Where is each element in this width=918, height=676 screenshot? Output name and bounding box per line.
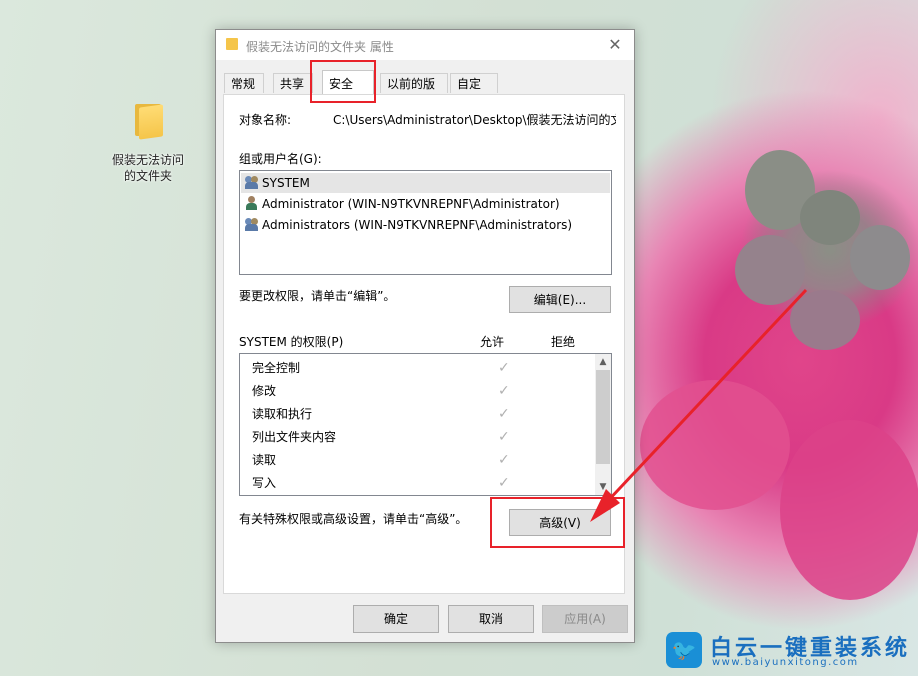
- dialog-title: 假装无法访问的文件夹 属性: [246, 40, 394, 54]
- permission-row: 修改 ✓: [252, 380, 592, 403]
- permission-row: 列出文件夹内容 ✓: [252, 426, 592, 449]
- folder-icon: [133, 100, 163, 140]
- tab-customize[interactable]: 自定义: [450, 73, 498, 111]
- properties-dialog: 假装无法访问的文件夹 属性 ✕ 常规 共享 安全 以前的版本 自定义 对象名称:…: [215, 29, 635, 643]
- bird-icon: 🐦: [666, 632, 702, 668]
- scroll-down-icon[interactable]: ▼: [595, 479, 611, 495]
- allow-check-icon: ✓: [498, 475, 510, 491]
- tab-general[interactable]: 常规: [224, 73, 264, 93]
- user-list-item[interactable]: Administrator (WIN-N9TKVNREPNF\Administr…: [241, 194, 610, 214]
- user-name: SYSTEM: [262, 176, 310, 190]
- flower-petal: [640, 380, 790, 510]
- user-list-item[interactable]: Administrators (WIN-N9TKVNREPNF\Administ…: [241, 215, 610, 235]
- close-icon[interactable]: ✕: [604, 34, 626, 56]
- highlight-box-advanced-button: [490, 497, 625, 548]
- permissions-list: 完全控制 ✓ 修改 ✓ 读取和执行 ✓ 列出文件夹内容 ✓ 读取 ✓ 写入 ✓: [239, 353, 612, 496]
- watermark-url: www.baiyunxitong.com: [712, 657, 859, 668]
- permission-row: 完全控制 ✓: [252, 357, 592, 380]
- scroll-up-icon[interactable]: ▲: [595, 354, 611, 370]
- permission-name: 写入: [252, 476, 277, 490]
- allow-header: 允许: [480, 335, 505, 349]
- permission-row: 读取 ✓: [252, 449, 592, 472]
- ok-button[interactable]: 确定: [353, 605, 439, 633]
- permission-name: 列出文件夹内容: [252, 430, 337, 444]
- allow-check-icon: ✓: [498, 383, 510, 399]
- permission-name: 完全控制: [252, 361, 301, 375]
- flower-petal: [780, 420, 918, 600]
- user-list-item[interactable]: SYSTEM: [241, 173, 610, 193]
- apply-button[interactable]: 应用(A): [542, 605, 628, 633]
- allow-check-icon: ✓: [498, 452, 510, 468]
- advanced-hint: 有关特殊权限或高级设置，请单击“高级”。: [239, 512, 468, 526]
- tab-previous-versions[interactable]: 以前的版本: [380, 73, 448, 111]
- title-bar[interactable]: 假装无法访问的文件夹 属性 ✕: [216, 30, 634, 60]
- desktop-folder-label: 假装无法访问的文件夹: [111, 153, 184, 183]
- user-icon: [245, 196, 259, 210]
- groups-label: 组或用户名(G):: [239, 152, 322, 166]
- user-list: SYSTEM Administrator (WIN-N9TKVNREPNF\Ad…: [239, 170, 612, 275]
- allow-check-icon: ✓: [498, 360, 510, 376]
- flower-petal: [790, 290, 860, 350]
- allow-check-icon: ✓: [498, 429, 510, 445]
- permissions-scrollbar[interactable]: ▲ ▼: [595, 354, 611, 495]
- edit-hint: 要更改权限，请单击“编辑”。: [239, 289, 396, 303]
- flower-petal: [800, 190, 860, 245]
- permission-name: 修改: [252, 384, 277, 398]
- flower-petal: [850, 225, 910, 290]
- user-group-icon: [245, 175, 259, 189]
- object-name-label: 对象名称:: [239, 113, 292, 127]
- edit-button[interactable]: 编辑(E)...: [509, 286, 611, 313]
- permission-row: 写入 ✓: [252, 472, 592, 495]
- user-name: Administrator (WIN-N9TKVNREPNF\Administr…: [262, 197, 560, 211]
- permission-name: 读取: [252, 453, 277, 467]
- deny-header: 拒绝: [551, 335, 576, 349]
- permissions-header: SYSTEM 的权限(P): [239, 335, 344, 349]
- folder-icon: [226, 38, 238, 50]
- allow-check-icon: ✓: [498, 406, 510, 422]
- scroll-thumb[interactable]: [596, 370, 610, 464]
- cancel-button[interactable]: 取消: [448, 605, 534, 633]
- user-group-icon: [245, 217, 259, 231]
- tab-security[interactable]: 安全: [322, 70, 374, 94]
- tab-sharing[interactable]: 共享: [273, 73, 313, 93]
- permission-row: 读取和执行 ✓: [252, 403, 592, 426]
- flower-petal: [735, 235, 805, 305]
- user-name: Administrators (WIN-N9TKVNREPNF\Administ…: [262, 218, 573, 232]
- desktop-folder-shortcut[interactable]: 假装无法访问的文件夹: [108, 100, 188, 184]
- object-name-value: C:\Users\Administrator\Desktop\假装无法访问的文: [333, 113, 616, 127]
- permission-name: 读取和执行: [252, 407, 313, 421]
